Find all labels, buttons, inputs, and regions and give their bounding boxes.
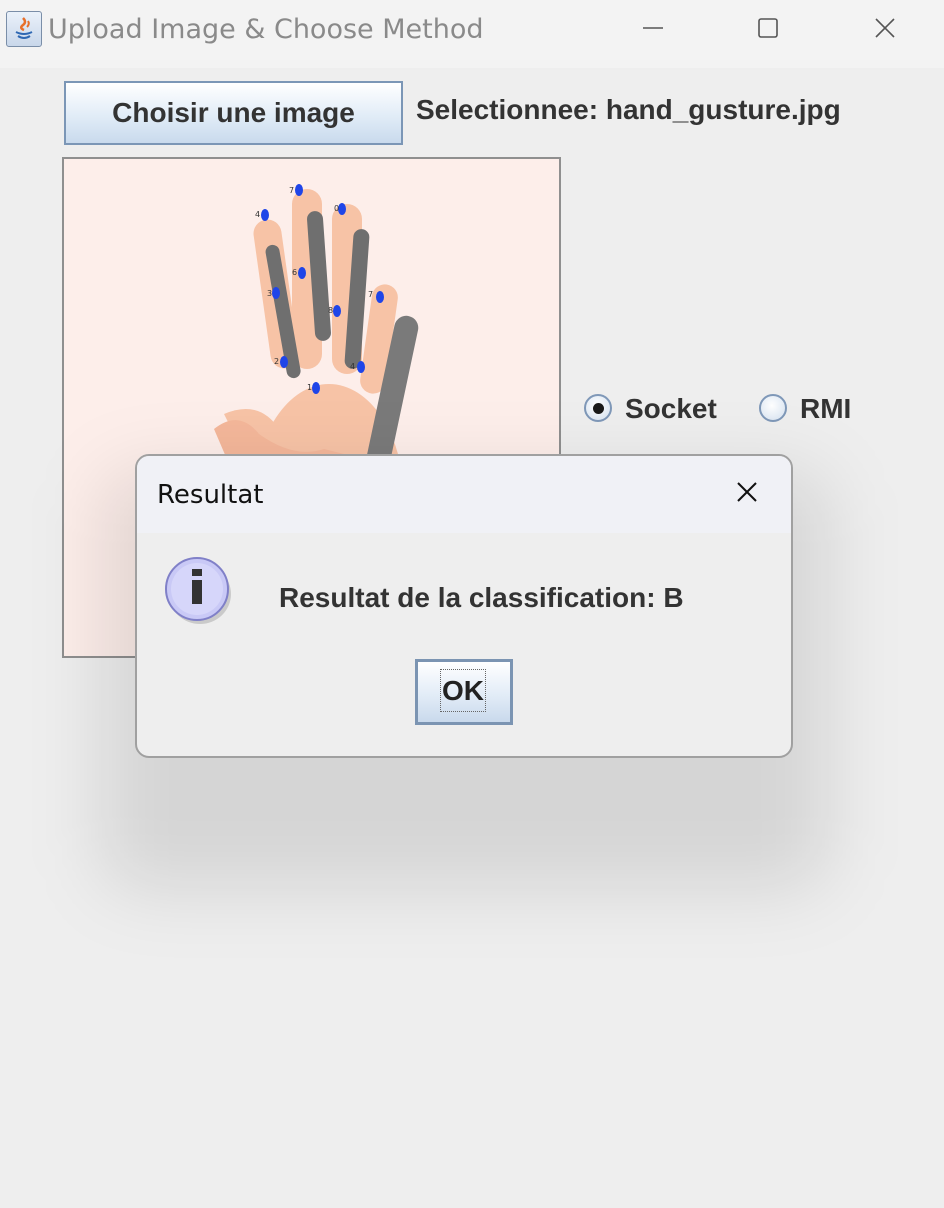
svg-text:4: 4 xyxy=(255,210,260,219)
radio-socket[interactable]: Socket xyxy=(584,393,734,427)
info-icon xyxy=(165,557,231,624)
dialog-title: Resultat xyxy=(157,480,264,510)
svg-text:1: 1 xyxy=(307,383,312,392)
svg-text:0: 0 xyxy=(334,204,339,213)
radio-rmi[interactable]: RMI xyxy=(759,393,859,427)
window-titlebar: Upload Image & Choose Method xyxy=(0,0,944,68)
choose-image-button[interactable]: Choisir une image xyxy=(64,81,403,145)
dialog-titlebar: Resultat xyxy=(137,456,791,533)
svg-text:7: 7 xyxy=(289,186,294,195)
maximize-button[interactable] xyxy=(738,8,798,48)
dialog-message: Resultat de la classification: B xyxy=(279,582,684,613)
maximize-icon xyxy=(758,18,778,38)
result-dialog: Resultat Resultat de la classification: … xyxy=(135,454,793,758)
radio-rmi-indicator[interactable] xyxy=(759,394,787,422)
selected-file-label: Selectionnee: hand_gusture.jpg xyxy=(416,94,841,125)
svg-text:2: 2 xyxy=(274,357,279,366)
radio-rmi-label[interactable]: RMI xyxy=(800,393,851,425)
radio-selected-dot xyxy=(593,403,604,414)
radio-socket-indicator[interactable] xyxy=(584,394,612,422)
close-icon xyxy=(737,482,757,502)
svg-text:8: 8 xyxy=(328,306,333,315)
close-button[interactable] xyxy=(855,8,915,48)
java-app-icon xyxy=(6,11,42,47)
svg-text:7: 7 xyxy=(368,290,373,299)
svg-text:6: 6 xyxy=(292,268,297,277)
svg-text:3: 3 xyxy=(267,289,272,298)
close-icon xyxy=(875,18,895,38)
minimize-icon xyxy=(643,27,663,29)
ok-button-label[interactable]: OK xyxy=(440,669,486,712)
minimize-button[interactable] xyxy=(623,8,683,48)
dialog-close-button[interactable] xyxy=(727,472,767,512)
ok-button[interactable]: OK xyxy=(415,659,513,725)
window-title: Upload Image & Choose Method xyxy=(48,14,484,45)
svg-text:4: 4 xyxy=(350,362,355,371)
radio-socket-label[interactable]: Socket xyxy=(625,393,717,425)
